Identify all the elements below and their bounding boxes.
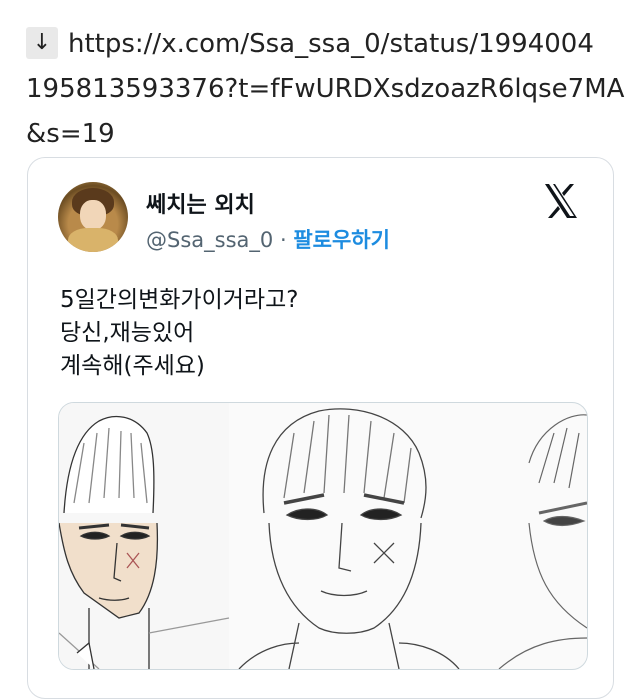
center-portrait bbox=[238, 408, 460, 669]
avatar[interactable] bbox=[58, 182, 128, 252]
user-handle[interactable]: @Ssa_ssa_0 bbox=[146, 228, 273, 252]
handle-row: @Ssa_ssa_0 · 팔로우하기 bbox=[146, 224, 390, 254]
left-portrait bbox=[59, 403, 230, 669]
tweet-embed-card[interactable]: 쎄치는 외치 @Ssa_ssa_0 · 팔로우하기 5일간의변화가이거라고? 당… bbox=[27, 157, 614, 699]
sketch-illustration bbox=[59, 403, 587, 669]
tweet-line-3: 계속해(주세요) bbox=[60, 353, 205, 379]
right-portrait bbox=[498, 414, 587, 669]
url-line-2[interactable]: 195813593376?t=fFwURDXsdzoazR6lqse7MA bbox=[26, 74, 624, 104]
x-logo-icon[interactable] bbox=[541, 181, 581, 221]
tweet-line-1: 5일간의변화가이거라고? bbox=[60, 287, 299, 313]
display-name[interactable]: 쎄치는 외치 bbox=[146, 187, 255, 219]
tweet-text: 5일간의변화가이거라고? 당신,재능있어 계속해(주세요) bbox=[60, 284, 298, 383]
tweet-media[interactable] bbox=[58, 402, 588, 670]
url-line-1[interactable]: https://x.com/Ssa_ssa_0/status/1994004 bbox=[68, 29, 594, 59]
follow-button[interactable]: 팔로우하기 bbox=[293, 228, 390, 252]
down-arrow-icon: ↓ bbox=[26, 27, 58, 59]
avatar-face bbox=[80, 200, 106, 230]
tweet-line-2: 당신,재능있어 bbox=[60, 320, 195, 346]
avatar-shirt bbox=[68, 228, 118, 252]
separator-dot: · bbox=[279, 228, 287, 252]
url-text[interactable]: ↓ https://x.com/Ssa_ssa_0/status/1994004 … bbox=[26, 22, 626, 157]
url-line-3[interactable]: &s=19 bbox=[26, 119, 115, 149]
